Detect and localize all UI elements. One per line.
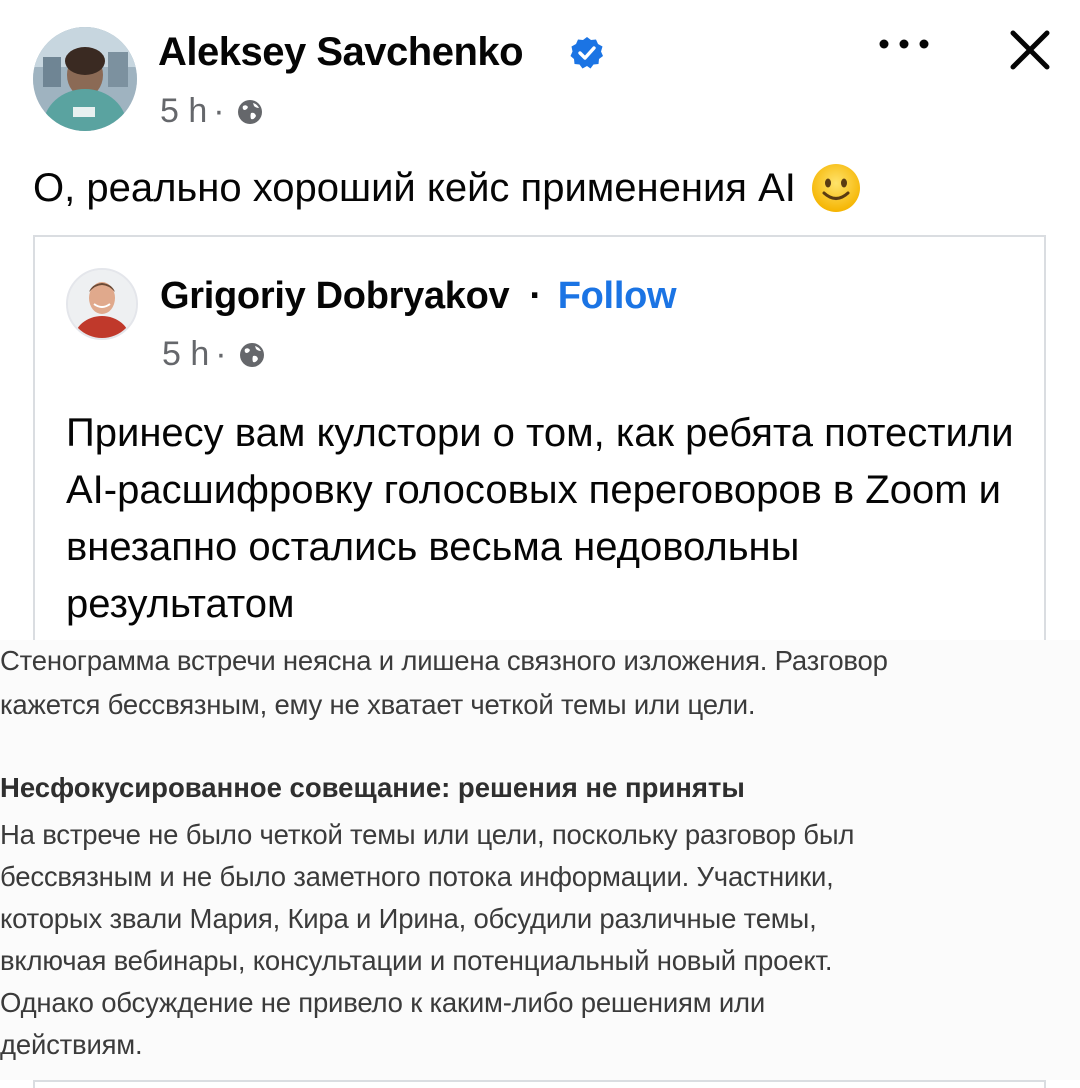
screenshot-line: Стенограмма встречи неясна и лишена связ… (0, 645, 888, 676)
screenshot-line: включая вебинары, консультации и потенци… (0, 945, 833, 976)
author-avatar[interactable] (33, 27, 137, 131)
screenshot-line: бессвязным и не было заметного потока ин… (0, 861, 834, 892)
screenshot-line: Однако обсуждение не привело к каким-либ… (0, 987, 766, 1018)
post-time[interactable]: 5 h (160, 92, 207, 131)
post-header: Aleksey Savchenko 5 h · (0, 0, 1080, 150)
shared-post-card[interactable]: Grigoriy Dobryakov · Follow 5 h · Принес… (33, 235, 1046, 651)
post-text: О, реально хороший кейс применения AI (33, 162, 862, 214)
embedded-screenshot-image[interactable]: Стенограмма встречи неясна и лишена связ… (0, 640, 1080, 1080)
shared-author-name[interactable]: Grigoriy Dobryakov (160, 275, 510, 318)
close-icon (1010, 30, 1050, 70)
shared-author-avatar[interactable] (66, 268, 138, 340)
post-text-content: О, реально хороший кейс применения AI (33, 166, 796, 210)
screenshot-line: действиям. (0, 1029, 143, 1060)
follow-separator: · (529, 275, 542, 317)
globe-icon (237, 99, 262, 124)
screenshot-line: На встрече не было четкой темы или цели,… (0, 819, 855, 850)
meta-separator: · (213, 92, 225, 130)
shared-post-meta: 5 h · (162, 335, 267, 374)
screenshot-line: которых звали Мария, Кира и Ирина, обсуд… (0, 903, 817, 934)
screenshot-heading: Несфокусированное совещание: решения не … (0, 772, 745, 803)
shared-author-line: Grigoriy Dobryakov · Follow (160, 275, 677, 318)
follow-button[interactable]: Follow (558, 275, 677, 318)
screenshot-line: кажется бессвязным, ему не хватает четко… (0, 689, 756, 720)
meta-separator: · (215, 335, 227, 373)
shared-post-text: Принесу вам кулстори о том, как ребята п… (66, 411, 1014, 626)
verified-badge-icon (570, 37, 603, 69)
shared-post-time[interactable]: 5 h (162, 335, 209, 374)
close-button[interactable] (1000, 20, 1060, 80)
globe-icon (239, 342, 264, 367)
post-meta: 5 h · (160, 92, 265, 131)
more-options-button[interactable] (874, 24, 934, 64)
smiling-face-emoji (811, 164, 860, 212)
next-card-border (33, 1080, 1046, 1088)
author-name[interactable]: Aleksey Savchenko (158, 30, 524, 75)
more-options-icon (879, 39, 929, 49)
